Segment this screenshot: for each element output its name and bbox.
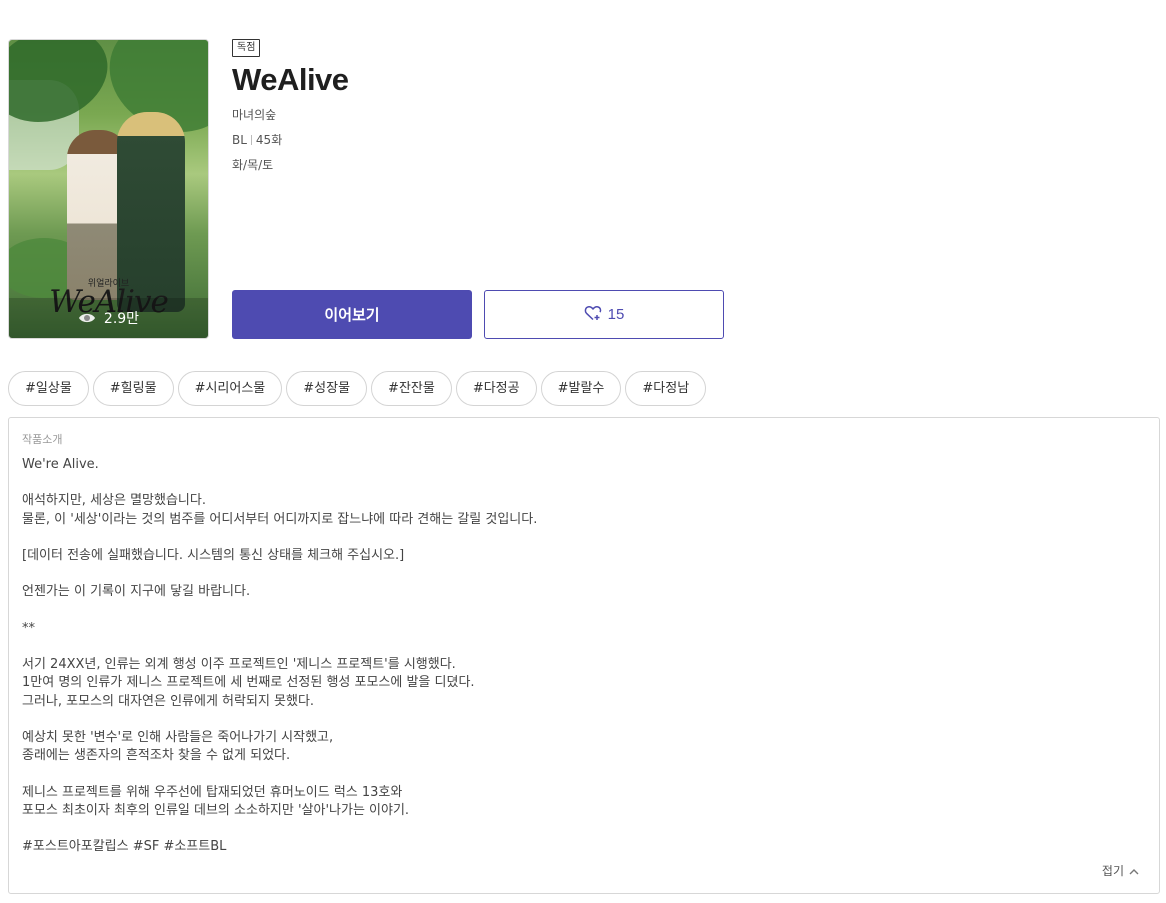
tag-list: #일상물 #힐링물 #시리어스물 #성장물 #잔잔물 #다정공 #발랄수 #다정…	[8, 371, 707, 406]
tag-chip[interactable]: #성장물	[286, 371, 368, 406]
tag-chip[interactable]: #시리어스물	[177, 371, 283, 406]
fold-button[interactable]: 접기	[1102, 862, 1139, 879]
synopsis-line: 1만여 명의 인류가 제니스 프로젝트에 세 번째로 선정된 행성 포모스에 발…	[22, 675, 475, 691]
synopsis-line: 제니스 프로젝트를 위해 우주선에 탑재되었던 휴머노이드 럭스 13호와	[22, 784, 403, 800]
like-count: 15	[607, 306, 625, 323]
tag-chip[interactable]: #발랄수	[540, 371, 622, 406]
eye-icon	[78, 312, 96, 324]
synopsis-line: [데이터 전송에 실패했습니다. 시스템의 통신 상태를 체크해 주십시오.]	[22, 547, 405, 563]
page-title: WeAlive	[232, 62, 349, 97]
episode-count: 45화	[255, 133, 283, 147]
tag-chip[interactable]: #잔잔물	[371, 371, 452, 406]
tag-chip[interactable]: #일상물	[8, 371, 89, 406]
tag-chip[interactable]: #다정공	[455, 371, 537, 406]
author-name[interactable]: 마녀의숲	[232, 106, 276, 123]
divider	[250, 135, 252, 145]
synopsis-line: 포모스 최초이자 최후의 인류일 데브의 소소하지만 '살아'나가는 이야기.	[22, 802, 410, 818]
synopsis-line: #포스트아포칼립스 #SF #소프트BL	[22, 839, 227, 855]
synopsis-line: 애석하지만, 세상은 멸망했습니다.	[22, 493, 206, 509]
synopsis-line: 그러나, 포모스의 대자연은 인류에게 허락되지 못했다.	[22, 693, 315, 709]
synopsis-line: **	[22, 620, 35, 636]
exclusive-badge: 독점	[232, 39, 261, 57]
synopsis-line: 물론, 이 '세상'이라는 것의 범주를 어디서부터 어디까지로 잡느냐에 따라…	[22, 511, 538, 527]
synopsis-panel: 작품소개 We're Alive. 애석하지만, 세상은 멸망했습니다. 물론,…	[8, 417, 1160, 894]
heart-plus-icon	[584, 305, 602, 325]
publish-days: 화/목/토	[232, 158, 274, 172]
like-button[interactable]: 15	[484, 290, 724, 339]
cover-image: 위얼라이브 WeAlive 2.9만	[8, 39, 209, 339]
chevron-up-icon	[1129, 864, 1139, 878]
synopsis-line: 예상치 못한 '변수'로 인해 사람들은 죽어나가기 시작했고,	[22, 729, 334, 745]
view-count: 2.9만	[9, 298, 208, 338]
tag-chip[interactable]: #다정남	[625, 371, 707, 406]
continue-reading-button[interactable]: 이어보기	[232, 290, 472, 339]
synopsis-text: We're Alive. 애석하지만, 세상은 멸망했습니다. 물론, 이 '세…	[22, 456, 1146, 856]
fold-label: 접기	[1101, 864, 1124, 878]
series-detail-page: 위얼라이브 WeAlive 2.9만 독점 WeAlive 마녀의숲 BL 45화…	[0, 0, 1166, 903]
genre-label: BL	[232, 133, 247, 147]
tag-chip[interactable]: #힐링물	[92, 371, 174, 406]
synopsis-line: 서기 24XX년, 인류는 외계 행성 이주 프로젝트인 '제니스 프로젝트'를…	[22, 657, 456, 673]
synopsis-line: 언젠가는 이 기록이 지구에 닿길 바랍니다.	[22, 584, 251, 600]
view-count-value: 2.9만	[103, 311, 140, 327]
genre-episodes: BL 45화	[232, 131, 282, 148]
synopsis-heading: 작품소개	[22, 433, 63, 446]
synopsis-line: We're Alive.	[22, 457, 99, 472]
synopsis-line: 종래에는 생존자의 흔적조차 찾을 수 없게 되었다.	[22, 748, 291, 764]
